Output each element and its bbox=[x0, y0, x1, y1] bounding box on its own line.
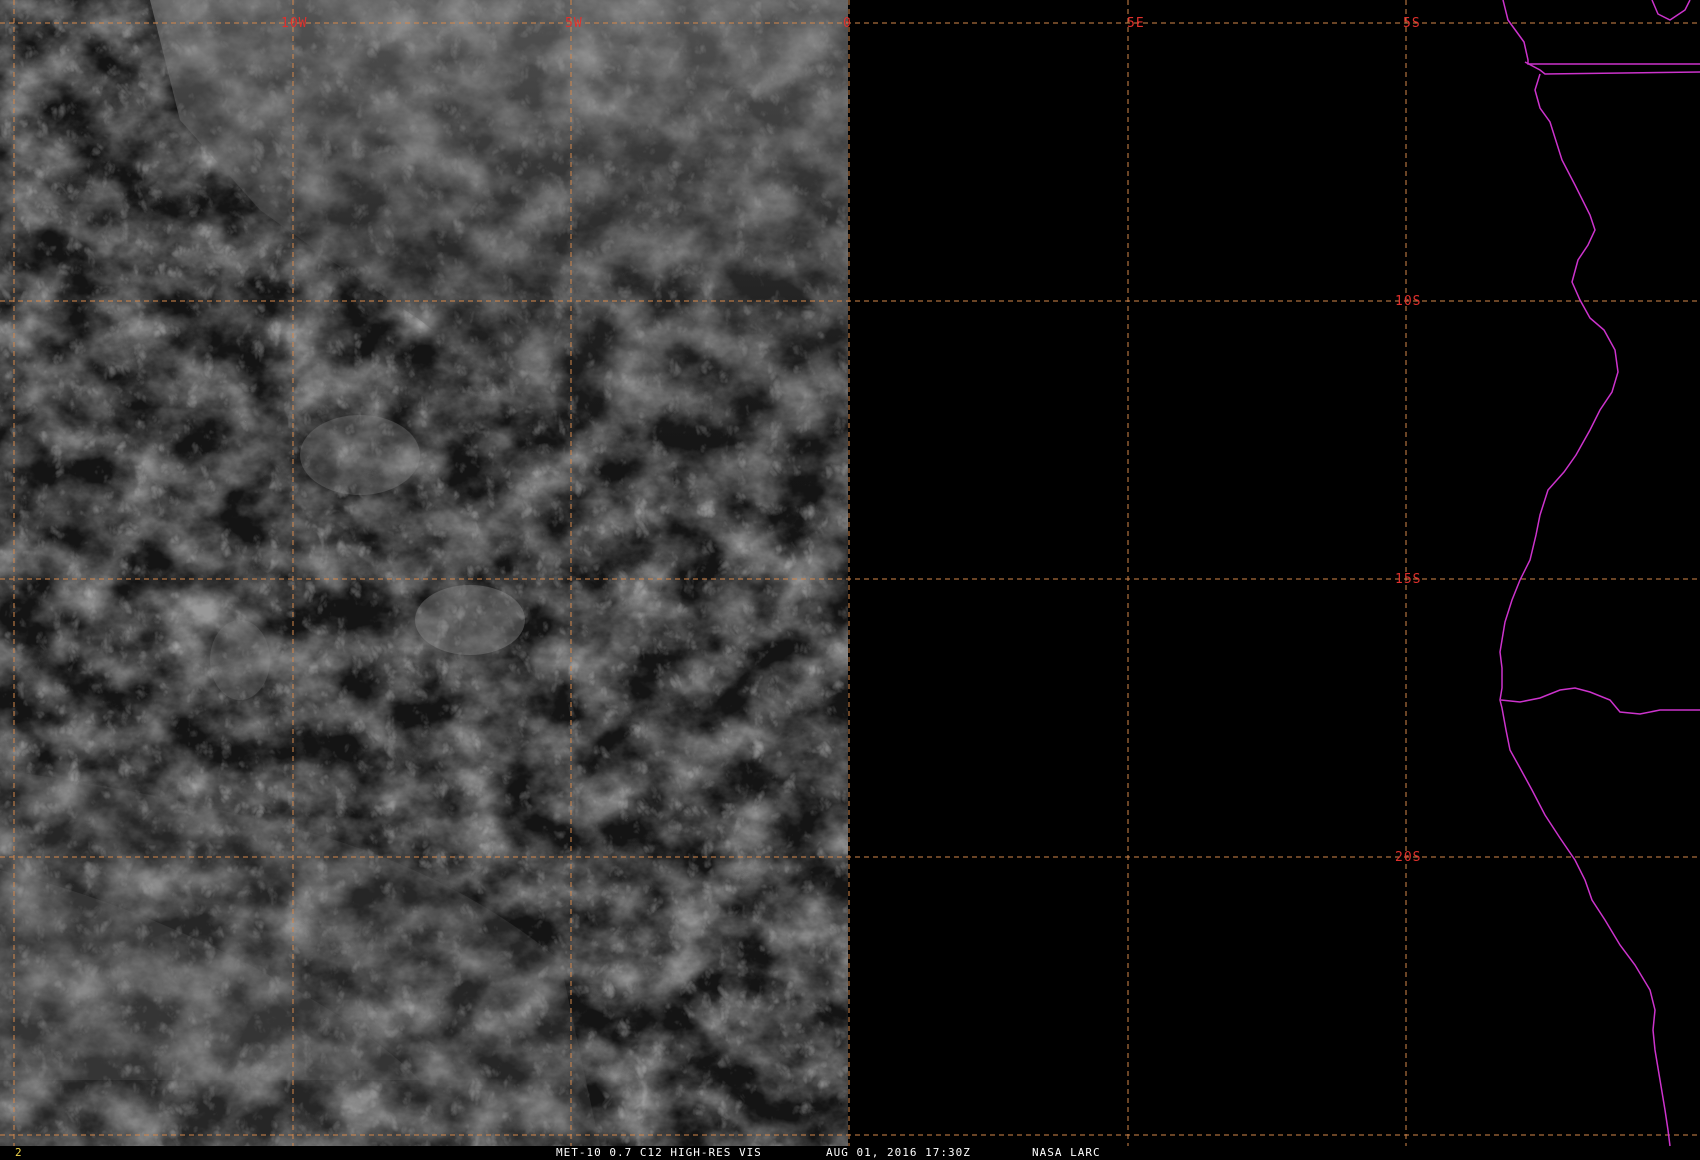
satellite-map: 10W 5W 0 5E 5S 10S 15S 20S bbox=[0, 0, 1700, 1160]
organization-label: NASA LARC bbox=[1032, 1146, 1101, 1159]
lat-label-15s: 15S bbox=[1395, 572, 1421, 587]
lon-label-0: 0 bbox=[843, 16, 852, 31]
lat-label-10s: 10S bbox=[1395, 294, 1421, 309]
image-datetime: AUG 01, 2016 17:30Z bbox=[826, 1146, 971, 1159]
lon-label-5w: 5W bbox=[565, 16, 583, 31]
lat-label-5s: 5S bbox=[1403, 16, 1421, 31]
satellite-info: MET-10 0.7 C12 HIGH-RES VIS bbox=[556, 1146, 762, 1159]
lat-label-20s: 20S bbox=[1395, 850, 1421, 865]
image-footer: 2 MET-10 0.7 C12 HIGH-RES VIS AUG 01, 20… bbox=[0, 1146, 1700, 1160]
lon-label-10w: 10W bbox=[281, 16, 307, 31]
cloud-field bbox=[0, 0, 848, 1146]
frame-number: 2 bbox=[15, 1146, 23, 1159]
lon-label-5e: 5E bbox=[1127, 16, 1145, 31]
